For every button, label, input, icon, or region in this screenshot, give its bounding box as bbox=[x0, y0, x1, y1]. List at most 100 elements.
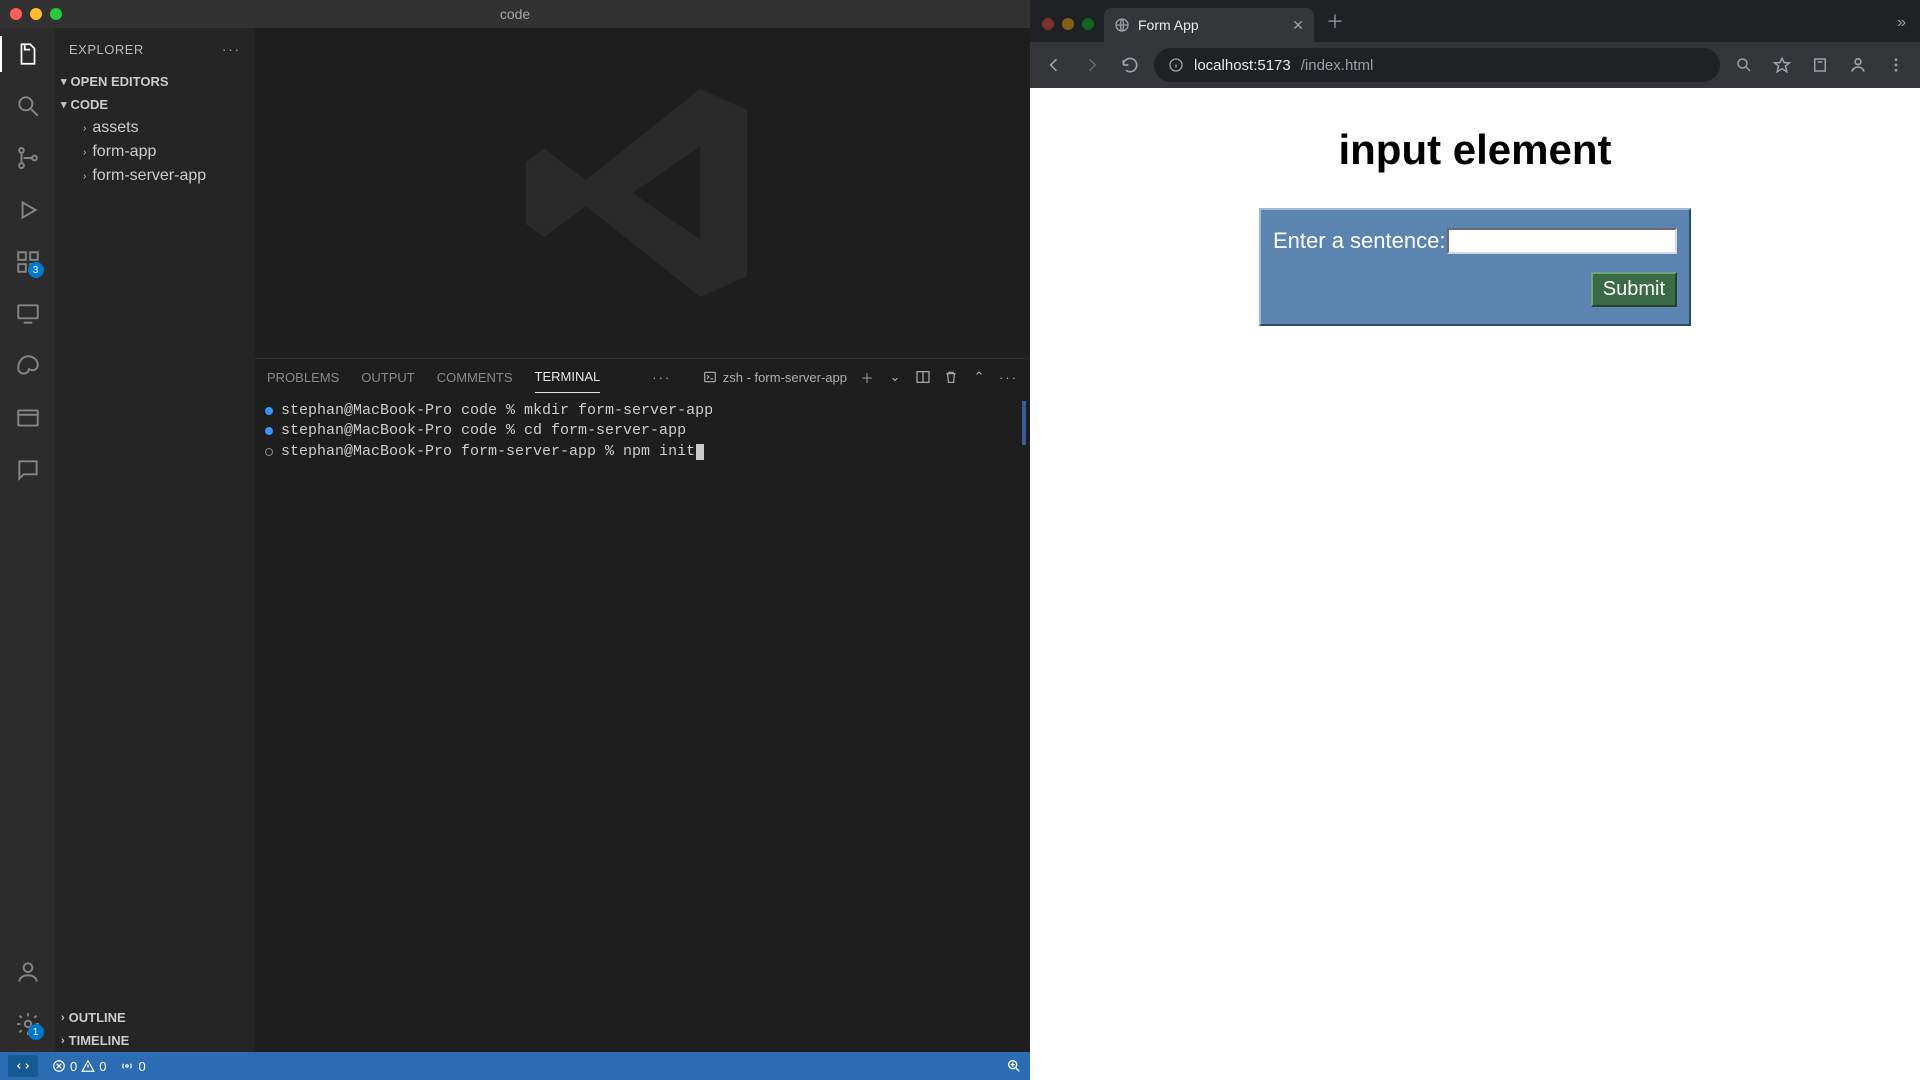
browser-menu-icon[interactable] bbox=[1882, 51, 1910, 79]
form-label: Enter a sentence: bbox=[1273, 228, 1445, 254]
close-window-button[interactable] bbox=[1042, 18, 1054, 30]
url-host: localhost:5173 bbox=[1194, 57, 1291, 74]
vscode-window-title: code bbox=[500, 6, 530, 22]
maximize-panel-icon[interactable]: ⌃ bbox=[971, 369, 987, 385]
reload-button[interactable] bbox=[1116, 51, 1144, 79]
projects-icon[interactable] bbox=[14, 404, 42, 432]
tabs-expand-icon[interactable]: » bbox=[1897, 14, 1920, 42]
tree-folder-assets[interactable]: › assets bbox=[55, 116, 255, 140]
profile-icon[interactable] bbox=[1844, 51, 1872, 79]
activity-bar: 3 1 bbox=[0, 28, 55, 1052]
explorer-icon[interactable] bbox=[14, 40, 42, 68]
section-outline-label: OUTLINE bbox=[69, 1010, 126, 1025]
terminal-line: stephan@MacBook-Pro form-server-app % np… bbox=[265, 442, 1020, 462]
tree-folder-form-server-app[interactable]: › form-server-app bbox=[55, 164, 255, 188]
close-tab-icon[interactable]: ✕ bbox=[1292, 17, 1304, 34]
browser-traffic-lights bbox=[1040, 18, 1104, 42]
site-info-icon[interactable] bbox=[1168, 57, 1184, 73]
remote-explorer-icon[interactable] bbox=[14, 300, 42, 328]
new-tab-button[interactable]: ＋ bbox=[1314, 8, 1356, 42]
fullscreen-window-button[interactable] bbox=[50, 8, 62, 20]
section-code[interactable]: ▾ CODE bbox=[55, 93, 255, 116]
extensions-badge: 3 bbox=[28, 262, 44, 278]
sentence-input[interactable] bbox=[1447, 228, 1677, 254]
terminal[interactable]: stephan@MacBook-Pro code % mkdir form-se… bbox=[255, 395, 1030, 1052]
editor-watermark bbox=[255, 28, 1030, 358]
mac-traffic-lights bbox=[0, 8, 62, 20]
terminal-scrollbar[interactable] bbox=[1022, 401, 1026, 445]
status-ports[interactable]: 0 bbox=[120, 1059, 145, 1074]
terminal-line: stephan@MacBook-Pro code % mkdir form-se… bbox=[265, 401, 1020, 421]
tab-output[interactable]: OUTPUT bbox=[361, 362, 414, 393]
edge-tools-icon[interactable] bbox=[14, 352, 42, 380]
error-count: 0 bbox=[70, 1059, 77, 1074]
panel-tabs: PROBLEMS OUTPUT COMMENTS TERMINAL ··· zs… bbox=[255, 359, 1030, 395]
section-timeline[interactable]: › TIMELINE bbox=[55, 1029, 255, 1052]
tree-folder-form-app[interactable]: › form-app bbox=[55, 140, 255, 164]
settings-icon[interactable]: 1 bbox=[14, 1010, 42, 1038]
status-problems[interactable]: 0 0 bbox=[52, 1059, 106, 1074]
split-terminal-icon[interactable] bbox=[915, 369, 931, 385]
reading-list-icon[interactable] bbox=[1806, 51, 1834, 79]
bookmark-icon[interactable] bbox=[1768, 51, 1796, 79]
section-code-label: CODE bbox=[71, 97, 109, 112]
browser-tabstrip: Form App ✕ ＋ » bbox=[1030, 0, 1920, 42]
sidebar-more-icon[interactable]: ··· bbox=[222, 42, 241, 57]
tab-comments[interactable]: COMMENTS bbox=[437, 362, 513, 393]
vscode-window: code 3 bbox=[0, 0, 1030, 1080]
vscode-logo-icon bbox=[513, 63, 773, 323]
zoom-indicator-icon[interactable] bbox=[1730, 51, 1758, 79]
remote-icon bbox=[16, 1059, 30, 1073]
minimize-window-button[interactable] bbox=[1062, 18, 1074, 30]
shell-label-text: zsh - form-server-app bbox=[723, 370, 847, 385]
kill-terminal-icon[interactable] bbox=[943, 369, 959, 385]
status-zoom[interactable] bbox=[1006, 1058, 1022, 1074]
prompt-dot-icon bbox=[265, 448, 273, 456]
sidebar-title-row: EXPLORER ··· bbox=[55, 28, 255, 70]
fullscreen-window-button[interactable] bbox=[1082, 18, 1094, 30]
chevron-right-icon: › bbox=[83, 147, 86, 158]
browser-toolbar: localhost:5173/index.html bbox=[1030, 42, 1920, 88]
chevron-down-icon: ▾ bbox=[61, 75, 67, 88]
browser-window: Form App ✕ ＋ » localhost:5173/index.html bbox=[1030, 0, 1920, 1080]
settings-badge: 1 bbox=[28, 1024, 44, 1040]
prompt-dot-icon bbox=[265, 407, 273, 415]
terminal-line: stephan@MacBook-Pro code % cd form-serve… bbox=[265, 421, 1020, 441]
section-open-editors[interactable]: ▾ OPEN EDITORS bbox=[55, 70, 255, 93]
editor-area: PROBLEMS OUTPUT COMMENTS TERMINAL ··· zs… bbox=[255, 28, 1030, 1052]
section-outline[interactable]: › OUTLINE bbox=[55, 1006, 255, 1029]
tab-problems[interactable]: PROBLEMS bbox=[267, 362, 339, 393]
panel-more-icon[interactable]: ··· bbox=[999, 370, 1018, 385]
terminal-text: stephan@MacBook-Pro form-server-app % np… bbox=[281, 442, 695, 462]
source-control-icon[interactable] bbox=[14, 144, 42, 172]
shell-label[interactable]: zsh - form-server-app bbox=[703, 370, 847, 385]
url-path: /index.html bbox=[1301, 57, 1374, 74]
terminal-dropdown-icon[interactable]: ⌄ bbox=[887, 369, 903, 385]
minimize-window-button[interactable] bbox=[30, 8, 42, 20]
tab-terminal[interactable]: TERMINAL bbox=[535, 361, 601, 393]
tree-label: assets bbox=[92, 119, 138, 137]
ports-count: 0 bbox=[138, 1059, 145, 1074]
error-icon bbox=[52, 1059, 66, 1073]
sidebar-explorer: EXPLORER ··· ▾ OPEN EDITORS ▾ CODE › ass… bbox=[55, 28, 255, 1052]
tab-title: Form App bbox=[1138, 17, 1199, 33]
panel-overflow-icon[interactable]: ··· bbox=[652, 370, 671, 385]
account-icon[interactable] bbox=[14, 958, 42, 986]
chevron-down-icon: ▾ bbox=[61, 98, 67, 111]
new-terminal-icon[interactable]: ＋ bbox=[859, 369, 875, 385]
run-debug-icon[interactable] bbox=[14, 196, 42, 224]
extensions-icon[interactable]: 3 bbox=[14, 248, 42, 276]
chevron-right-icon: › bbox=[61, 1012, 65, 1024]
submit-button[interactable]: Submit bbox=[1591, 272, 1677, 307]
browser-tab[interactable]: Form App ✕ bbox=[1104, 8, 1314, 42]
remote-indicator[interactable] bbox=[8, 1055, 38, 1077]
back-button[interactable] bbox=[1040, 51, 1068, 79]
search-icon[interactable] bbox=[14, 92, 42, 120]
comments-panel-icon[interactable] bbox=[14, 456, 42, 484]
close-window-button[interactable] bbox=[10, 8, 22, 20]
vscode-body: 3 1 EXPLO bbox=[0, 28, 1030, 1052]
section-open-editors-label: OPEN EDITORS bbox=[71, 74, 169, 89]
forward-button[interactable] bbox=[1078, 51, 1106, 79]
address-bar[interactable]: localhost:5173/index.html bbox=[1154, 48, 1720, 82]
chevron-right-icon: › bbox=[83, 171, 86, 182]
